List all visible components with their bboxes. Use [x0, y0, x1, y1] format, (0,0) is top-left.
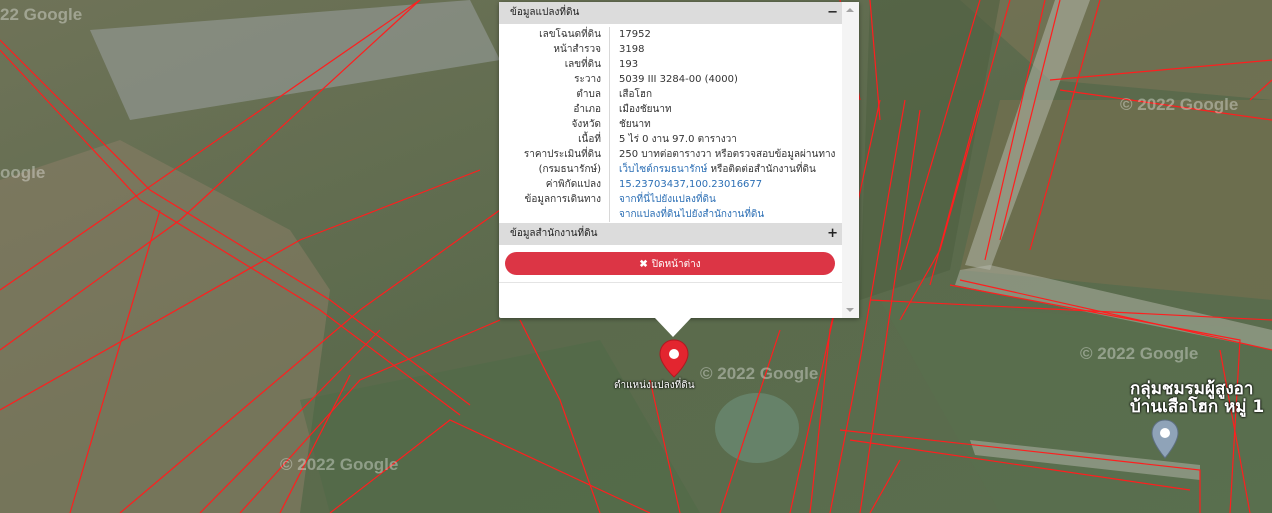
info-row: ข้อมูลการเดินทาง จากที่นี่ไปยังแปลงที่ดิน: [499, 192, 835, 207]
info-key: ราคาประเมินที่ดิน: [499, 147, 610, 162]
info-value: จากที่นี่ไปยังแปลงที่ดิน: [610, 192, 836, 207]
info-value-text: ชัยนาท: [619, 119, 651, 130]
parcel-info-table: เลขโฉนดที่ดิน 17952 หน้าสำรวจ 3198 เลขที่ดิน…: [499, 27, 835, 222]
info-value-text: 5 ไร่ 0 งาน 97.0 ตารางวา: [619, 134, 737, 145]
info-key: ตำบล: [499, 87, 610, 102]
map-watermark-left: oogle: [0, 163, 46, 182]
info-row: ค่าพิกัดแปลง 15.23703437,100.23016677: [499, 177, 835, 192]
close-window-button[interactable]: ✖ ปิดหน้าต่าง: [505, 252, 835, 275]
info-row: จากแปลงที่ดินไปยังสำนักงานที่ดิน: [499, 207, 835, 222]
info-value-text: 3198: [619, 44, 645, 55]
info-key: ระวาง: [499, 72, 610, 87]
map-watermark-top-right: © 2022 Google: [1120, 95, 1239, 114]
info-key: ค่าพิกัดแปลง: [499, 177, 610, 192]
info-key: เลขโฉนดที่ดิน: [499, 27, 610, 42]
info-key: หน้าสำรวจ: [499, 42, 610, 57]
info-row: จังหวัด ชัยนาท: [499, 117, 835, 132]
marker-label: ตำแหน่งแปลงที่ดิน: [614, 380, 695, 391]
section-header-parcel-info[interactable]: ข้อมูลแปลงที่ดิน −: [499, 2, 842, 24]
scroll-down-icon[interactable]: [846, 308, 854, 312]
map-watermark-center: © 2022 Google: [700, 364, 819, 383]
info-key: เนื้อที่: [499, 132, 610, 147]
info-value: 17952: [610, 27, 836, 42]
scrollbar[interactable]: [842, 2, 859, 318]
info-key: จังหวัด: [499, 117, 610, 132]
map-watermark-bottom: © 2022 Google: [280, 455, 399, 474]
info-window-content: ข้อมูลแปลงที่ดิน − เลขโฉนดที่ดิน 17952 หน้…: [499, 2, 842, 318]
info-key: [499, 207, 610, 222]
collapse-icon[interactable]: −: [827, 2, 838, 24]
divider: [499, 282, 842, 283]
close-icon: ✖: [639, 259, 648, 270]
poi-label-line2[interactable]: บ้านเสือโฮก หมู่ 1: [1130, 398, 1264, 416]
scroll-up-icon[interactable]: [846, 8, 854, 12]
info-key: ข้อมูลการเดินทาง: [499, 192, 610, 207]
info-link[interactable]: จากแปลงที่ดินไปยังสำนักงานที่ดิน: [619, 209, 764, 220]
map-watermark-right: © 2022 Google: [1080, 344, 1199, 363]
info-value-text: เสือโฮก: [619, 89, 653, 100]
info-value-text: 17952: [619, 29, 651, 40]
info-value-suffix: หรือติดต่อสำนักงานที่ดิน: [707, 164, 816, 175]
info-row: เลขที่ดิน 193: [499, 57, 835, 72]
info-key: เลขที่ดิน: [499, 57, 610, 72]
info-link[interactable]: จากที่นี่ไปยังแปลงที่ดิน: [619, 194, 716, 205]
expand-icon[interactable]: +: [827, 223, 838, 245]
info-value: 5039 III 3284-00 (4000): [610, 72, 836, 87]
info-row: หน้าสำรวจ 3198: [499, 42, 835, 57]
info-value: 15.23703437,100.23016677: [610, 177, 836, 192]
info-key: อำเภอ: [499, 102, 610, 117]
info-row: ตำบล เสือโฮก: [499, 87, 835, 102]
poi-label-line1[interactable]: กลุ่มชมรมผู้สูงอา: [1130, 380, 1253, 398]
info-value-text: เมืองชัยนาท: [619, 104, 672, 115]
info-row: ระวาง 5039 III 3284-00 (4000): [499, 72, 835, 87]
info-window: ข้อมูลแปลงที่ดิน − เลขโฉนดที่ดิน 17952 หน้…: [499, 2, 859, 337]
info-value: เว็บไซต์กรมธนารักษ์ หรือติดต่อสำนักงานที…: [610, 162, 836, 177]
info-value: 5 ไร่ 0 งาน 97.0 ตารางวา: [610, 132, 836, 147]
info-row: เลขโฉนดที่ดิน 17952: [499, 27, 835, 42]
info-value: จากแปลงที่ดินไปยังสำนักงานที่ดิน: [610, 207, 836, 222]
info-link[interactable]: 15.23703437,100.23016677: [619, 179, 762, 190]
info-value: ชัยนาท: [610, 117, 836, 132]
info-value: เมืองชัยนาท: [610, 102, 836, 117]
info-value: 250 บาทต่อตารางวา หรือตรวจสอบข้อมูลผ่านท…: [610, 147, 836, 162]
info-value-text: 193: [619, 59, 639, 70]
close-button-label: ปิดหน้าต่าง: [651, 259, 701, 270]
section-title: ข้อมูลแปลงที่ดิน: [510, 7, 580, 18]
map-watermark-top: 22 Google: [0, 5, 83, 24]
section-title: ข้อมูลสำนักงานที่ดิน: [510, 228, 598, 239]
info-value: 3198: [610, 42, 836, 57]
info-value-text: 250 บาทต่อตารางวา หรือตรวจสอบข้อมูลผ่านท…: [619, 149, 836, 160]
section-header-land-office[interactable]: ข้อมูลสำนักงานที่ดิน +: [499, 223, 842, 245]
info-row: เนื้อที่ 5 ไร่ 0 งาน 97.0 ตารางวา: [499, 132, 835, 147]
info-value: 193: [610, 57, 836, 72]
info-row: (กรมธนารักษ์) เว็บไซต์กรมธนารักษ์ หรือติด…: [499, 162, 835, 177]
info-row: อำเภอ เมืองชัยนาท: [499, 102, 835, 117]
info-value: เสือโฮก: [610, 87, 836, 102]
info-link[interactable]: เว็บไซต์กรมธนารักษ์: [619, 164, 707, 175]
info-key: (กรมธนารักษ์): [499, 162, 610, 177]
info-window-tail: [655, 318, 691, 337]
info-row: ราคาประเมินที่ดิน 250 บาทต่อตารางวา หรือต…: [499, 147, 835, 162]
info-value-text: 5039 III 3284-00 (4000): [619, 74, 738, 85]
